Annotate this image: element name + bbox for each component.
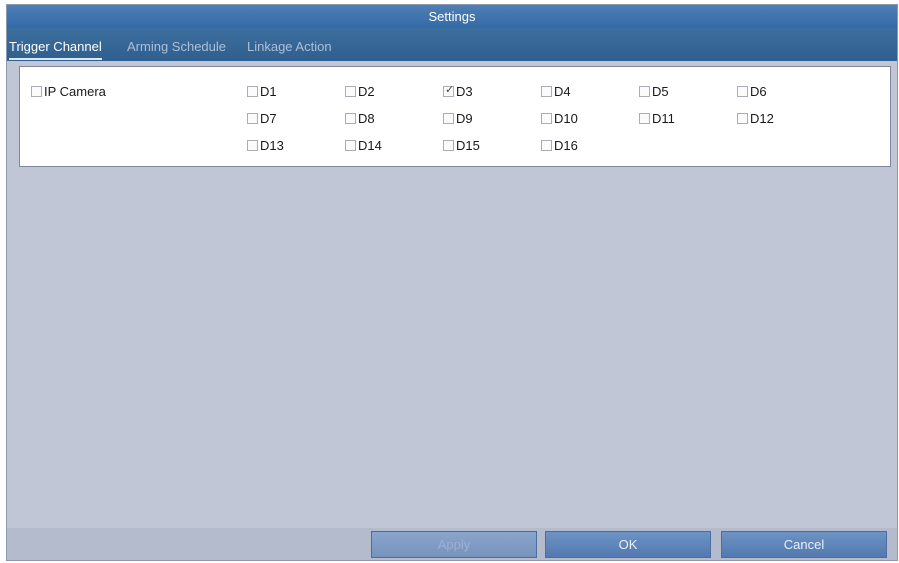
channel-label: D15 [456,137,480,153]
checkbox-box[interactable] [345,85,356,97]
channel-label: D8 [358,110,375,126]
channel-checkbox-d8[interactable]: D8 [345,110,375,126]
channel-label: D2 [358,83,375,99]
channel-checkbox-d16[interactable]: D16 [541,137,578,153]
channel-checkbox-d14[interactable]: D14 [345,137,382,153]
checkbox-box[interactable] [541,85,552,97]
channel-checkbox-d12[interactable]: D12 [737,110,774,126]
check-icon: ✓ [445,83,455,96]
checkbox-box[interactable] [345,139,356,151]
trigger-channel-panel: IP Camera D1 D2 ✓ D3 D4 D5 D6 D7 D8 D9 D10 D11 D12 D1… [19,66,891,167]
checkbox-box[interactable] [443,139,454,151]
checkbox-box[interactable] [31,85,42,97]
channel-label: D12 [750,110,774,126]
checkbox-box[interactable] [345,112,356,124]
channel-label: D14 [358,137,382,153]
channel-checkbox-d7[interactable]: D7 [247,110,277,126]
checkbox-box[interactable] [737,85,748,97]
ip-camera-checkbox[interactable]: IP Camera [31,83,106,99]
tab-arming-schedule[interactable]: Arming Schedule [127,36,226,58]
checkbox-box[interactable] [639,112,650,124]
checkbox-box[interactable] [541,139,552,151]
channel-label: D16 [554,137,578,153]
channel-label: D1 [260,83,277,99]
channel-checkbox-d13[interactable]: D13 [247,137,284,153]
channel-label: D9 [456,110,473,126]
channel-label: D6 [750,83,767,99]
checkbox-box[interactable] [247,85,258,97]
tab-linkage-action[interactable]: Linkage Action [247,36,332,58]
channel-checkbox-d15[interactable]: D15 [443,137,480,153]
channel-checkbox-d2[interactable]: D2 [345,83,375,99]
checkbox-box[interactable] [443,112,454,124]
channel-label: D10 [554,110,578,126]
checkbox-box[interactable]: ✓ [443,83,455,97]
channel-checkbox-d9[interactable]: D9 [443,110,473,126]
channel-checkbox-d4[interactable]: D4 [541,83,571,99]
channel-checkbox-d6[interactable]: D6 [737,83,767,99]
channel-label: D4 [554,83,571,99]
channel-checkbox-d10[interactable]: D10 [541,110,578,126]
checkbox-box[interactable] [737,112,748,124]
checkbox-box[interactable] [247,112,258,124]
checkbox-box[interactable] [541,112,552,124]
ip-camera-label: IP Camera [44,83,106,99]
channel-checkbox-d5[interactable]: D5 [639,83,669,99]
tab-trigger-channel[interactable]: Trigger Channel [9,36,102,60]
channel-label: D13 [260,137,284,153]
cancel-button[interactable]: Cancel [721,531,887,558]
checkbox-box[interactable] [639,85,650,97]
checkbox-box[interactable] [247,139,258,151]
channel-label: D7 [260,110,277,126]
channel-checkbox-d1[interactable]: D1 [247,83,277,99]
dialog-title: Settings [7,5,897,28]
channel-checkbox-d11[interactable]: D11 [639,110,675,126]
tab-bar: Trigger Channel Arming Schedule Linkage … [7,28,897,61]
channel-checkbox-d3[interactable]: ✓ D3 [443,83,473,99]
dialog-footer: Apply OK Cancel [7,528,897,560]
channel-label: D3 [456,83,473,99]
apply-button[interactable]: Apply [371,531,537,558]
channel-label: D5 [652,83,669,99]
channel-label: D11 [652,110,675,126]
ok-button[interactable]: OK [545,531,711,558]
settings-dialog: Settings Trigger Channel Arming Schedule… [6,4,898,561]
